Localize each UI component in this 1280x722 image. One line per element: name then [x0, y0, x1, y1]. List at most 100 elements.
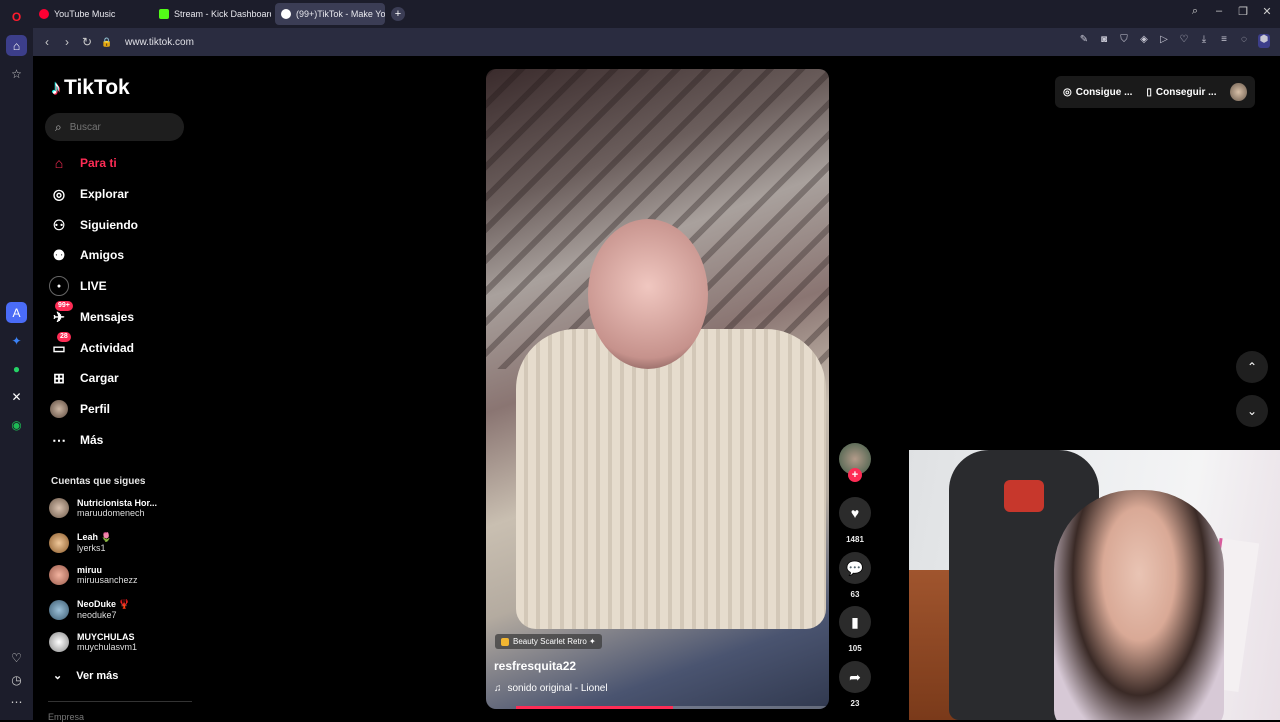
- share-button[interactable]: ➦ 23: [838, 661, 872, 708]
- reload-button[interactable]: ↻: [77, 35, 97, 49]
- lock-icon[interactable]: 🔒: [97, 37, 117, 48]
- aria-icon[interactable]: A: [6, 302, 27, 323]
- share-count: 23: [850, 699, 860, 708]
- heart-icon: ♥: [839, 497, 871, 529]
- tab-kick-dashboard[interactable]: Stream - Kick Dashboard: [153, 3, 271, 25]
- video-progress-fill: [516, 706, 673, 709]
- follow-plus-icon[interactable]: +: [848, 468, 862, 482]
- tab-label: Stream - Kick Dashboard: [174, 9, 271, 19]
- video-progress-bar[interactable]: [516, 706, 829, 709]
- close-window-button[interactable]: ✕: [1259, 5, 1275, 18]
- nav-mensajes[interactable]: ✈ 99+ Mensajes: [49, 301, 135, 328]
- following-item[interactable]: NeoDuke 🦞 neoduke7: [49, 599, 130, 620]
- nav-siguiendo[interactable]: ⚇ Siguiendo: [49, 214, 138, 236]
- nav-live[interactable]: ● LIVE: [49, 275, 107, 297]
- get-app-label: Conseguir ...: [1155, 86, 1217, 98]
- nav-para-ti[interactable]: ⌂ Para ti: [49, 152, 117, 174]
- video-player[interactable]: Beauty Scarlet Retro ✦ resfresquita22 ♫ …: [486, 69, 829, 709]
- get-coins-label: Consigue ...: [1075, 86, 1133, 98]
- vpn-icon[interactable]: ◈: [1138, 34, 1150, 48]
- heart-icon[interactable]: ♡: [1178, 34, 1190, 48]
- video-sound[interactable]: ♫ sonido original - Lionel: [494, 683, 608, 694]
- profile-avatar[interactable]: [1230, 83, 1247, 101]
- back-button[interactable]: ‹: [37, 35, 57, 49]
- heart-icon[interactable]: ♡: [6, 647, 27, 668]
- tiktok-icon: [281, 9, 291, 19]
- video-subject-body: [516, 329, 826, 629]
- url-field[interactable]: www.tiktok.com: [125, 37, 194, 48]
- search-box[interactable]: ⌕: [45, 113, 184, 141]
- search-tabs-icon[interactable]: ⌕: [1187, 5, 1203, 18]
- tab-label: YouTube Music: [54, 9, 116, 19]
- get-coins-button[interactable]: ◎ Consigue ...: [1063, 87, 1132, 98]
- compass-icon: ◎: [52, 185, 66, 202]
- get-app-button[interactable]: ▯ Conseguir ...: [1146, 87, 1216, 98]
- tiktok-logo[interactable]: ♪ TikTok: [51, 76, 130, 100]
- account-icon[interactable]: ◌: [1238, 34, 1250, 48]
- home-speed-dial-icon[interactable]: ⌂: [6, 35, 27, 56]
- tiktok-note-icon: ♪: [51, 76, 61, 99]
- nav-amigos[interactable]: ⚉ Amigos: [49, 244, 124, 266]
- save-count: 105: [848, 644, 862, 653]
- whatsapp-icon[interactable]: ●: [6, 358, 27, 379]
- tab-bar: YouTube Music Stream - Kick Dashboard (9…: [33, 0, 1280, 28]
- next-video-button[interactable]: ⌄: [1236, 395, 1268, 427]
- youtube-music-icon: [39, 9, 49, 19]
- minimize-button[interactable]: –: [1211, 5, 1227, 17]
- more-icon[interactable]: ⋯: [6, 691, 27, 712]
- opera-logo-icon[interactable]: O: [6, 6, 27, 27]
- search-input[interactable]: [69, 121, 170, 133]
- address-bar: ‹ › ↻ 🔒 www.tiktok.com ✎ ◙ ⛉ ◈ ▷ ♡ ⤓ ≡ ◌…: [33, 28, 1280, 56]
- new-tab-button[interactable]: +: [391, 7, 405, 21]
- following-handle: maruudomenech: [77, 508, 145, 518]
- camera-icon[interactable]: ◙: [1098, 34, 1110, 48]
- following-item[interactable]: MUYCHULAS muychulasvm1: [49, 632, 137, 652]
- x-icon[interactable]: ✕: [6, 386, 27, 407]
- history-icon[interactable]: ◷: [6, 669, 27, 690]
- previous-video-button[interactable]: ⌃: [1236, 351, 1268, 383]
- messenger-icon[interactable]: ✦: [6, 330, 27, 351]
- effect-icon: [501, 637, 509, 646]
- download-icon[interactable]: ⤓: [1198, 34, 1210, 48]
- following-name: MUYCHULAS: [77, 632, 135, 642]
- tab-tiktok[interactable]: (99+)TikTok - Make Your Day: [275, 3, 385, 25]
- nav-label: Siguiendo: [80, 218, 138, 232]
- star-icon[interactable]: ☆: [6, 63, 27, 84]
- following-item[interactable]: miruu miruusanchezz: [49, 565, 138, 585]
- nav-label: Mensajes: [80, 310, 135, 324]
- nav-perfil[interactable]: Perfil: [49, 398, 110, 420]
- nav-cargar[interactable]: ⊞ Cargar: [49, 367, 119, 389]
- kick-icon: [159, 9, 169, 19]
- effect-tag[interactable]: Beauty Scarlet Retro ✦: [495, 634, 602, 649]
- more-icon: ⋯: [52, 431, 66, 448]
- extensions-icon[interactable]: ⬢: [1258, 34, 1270, 48]
- tiktok-page: ♪ TikTok ⌕ ⌂ Para ti ◎ Explorar ⚇ Siguie…: [33, 56, 1280, 722]
- nav-actividad[interactable]: ▭ 28 Actividad: [49, 332, 135, 359]
- play-icon[interactable]: ▷: [1158, 34, 1170, 48]
- tab-youtube-music[interactable]: YouTube Music: [33, 3, 149, 25]
- home-icon: ⌂: [54, 155, 64, 171]
- following-item[interactable]: Nutricionista Hor... maruudomenech: [49, 498, 157, 518]
- shield-icon[interactable]: ⛉: [1118, 34, 1130, 48]
- nav-explorar[interactable]: ◎ Explorar: [49, 183, 129, 205]
- nav-label: Más: [80, 433, 104, 447]
- following-icon: ⚇: [52, 216, 66, 233]
- nav-mas[interactable]: ⋯ Más: [49, 429, 103, 451]
- following-item[interactable]: Leah 🌷 lyerks1: [49, 532, 112, 553]
- save-button[interactable]: ▮ 105: [838, 606, 872, 653]
- see-more-label: Ver más: [76, 669, 119, 682]
- edit-icon[interactable]: ✎: [1078, 34, 1090, 48]
- sound-label: sonido original - Lionel: [507, 683, 608, 694]
- nav-label: Actividad: [80, 341, 135, 355]
- upload-icon: ⊞: [53, 369, 65, 386]
- webcam-person: [1054, 490, 1224, 720]
- restore-button[interactable]: ❐: [1235, 5, 1251, 18]
- like-button[interactable]: ♥ 1481: [838, 497, 872, 544]
- see-more-button[interactable]: ⌄ Ver más: [53, 669, 119, 683]
- spotify-icon[interactable]: ◉: [6, 414, 27, 435]
- comment-button[interactable]: 💬 63: [838, 552, 872, 599]
- menu-icon[interactable]: ≡: [1218, 34, 1230, 48]
- forward-button[interactable]: ›: [57, 35, 77, 49]
- chevron-down-icon: ⌄: [53, 670, 63, 682]
- video-username[interactable]: resfresquita22: [494, 659, 576, 673]
